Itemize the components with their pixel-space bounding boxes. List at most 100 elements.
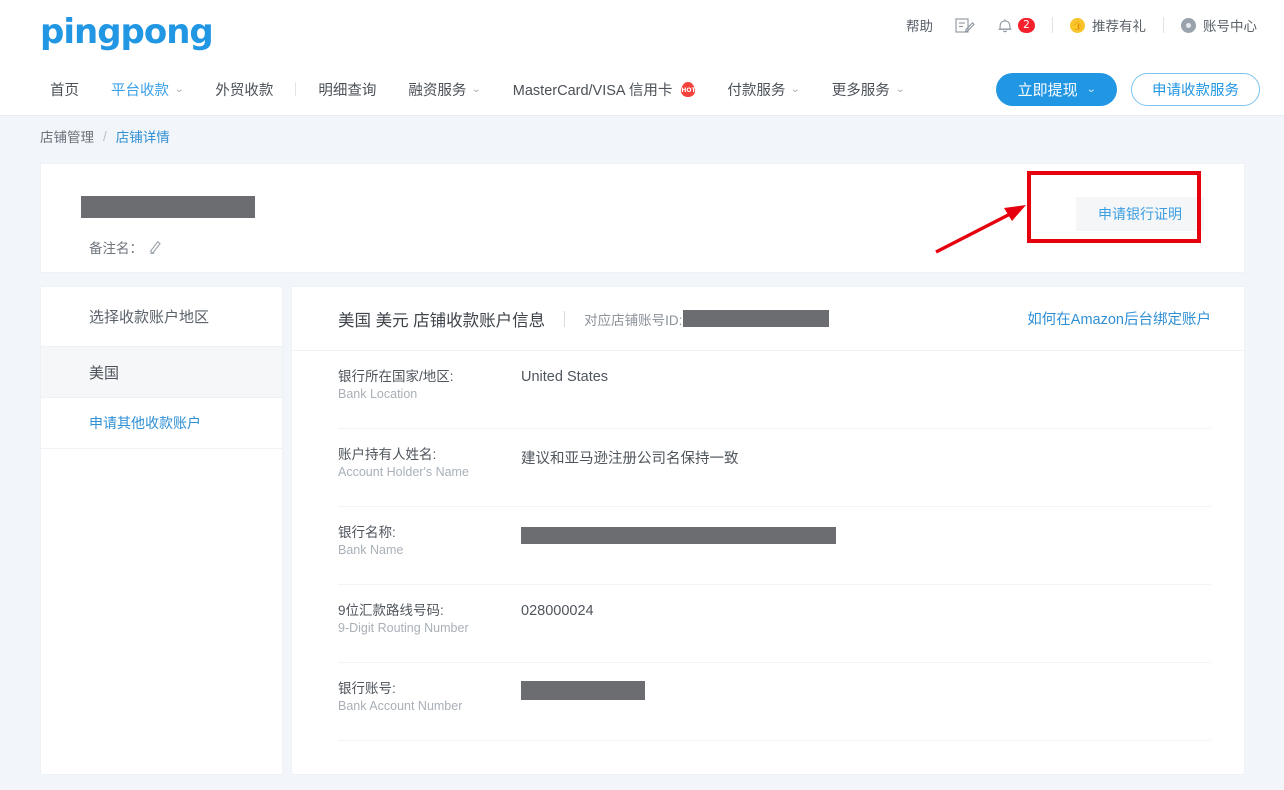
apply-label: 申请收款服务: [1152, 83, 1239, 99]
field-row-account-holder-name: 账户持有人姓名: Account Holder's Name 建议和亚马逊注册公…: [338, 429, 1211, 507]
field-label-en: Bank Name: [338, 543, 404, 557]
hot-flame-badge-icon: HOT: [681, 81, 696, 97]
field-value: United States: [521, 369, 609, 385]
shop-summary-card: 备注名： 申请银行证明: [40, 163, 1245, 273]
shop-name-redacted-bar: [81, 196, 255, 218]
shop-id-group: 对应店铺账号ID:: [584, 309, 830, 329]
help-link[interactable]: 帮助: [895, 14, 944, 36]
chevron-down-icon: ⌄: [173, 83, 185, 95]
amazon-binding-help-link[interactable]: 如何在Amazon后台绑定账户: [1027, 308, 1211, 329]
field-row-bank-name: 银行名称: Bank Name: [338, 507, 1211, 585]
chevron-down-icon: ⌄: [790, 83, 801, 95]
field-label-cn: 银行账号:: [338, 681, 396, 696]
field-value: 建议和亚马逊注册公司名保持一致: [521, 451, 739, 467]
header-divider-1: [1052, 17, 1053, 33]
field-label-cn: 银行所在国家/地区:: [338, 369, 454, 384]
field-value: [521, 680, 645, 700]
nav-label: 更多服务: [831, 82, 890, 99]
hot-badge-text: HOT: [681, 81, 696, 97]
bank-account-redacted-bar: [521, 681, 645, 700]
apply-bank-certificate-button[interactable]: 申请银行证明: [1076, 197, 1204, 231]
nav-item-credit-card[interactable]: MasterCard/VISA 信用卡 HOT: [497, 79, 712, 100]
apply-collection-service-button[interactable]: 申请收款服务: [1131, 73, 1260, 106]
withdraw-now-button[interactable]: 立即提现 ⌄: [995, 73, 1117, 106]
note-label: 备注名：: [89, 241, 143, 256]
breadcrumb-current[interactable]: 店铺详情: [116, 126, 170, 146]
nav-item-transaction-query[interactable]: 明细查询: [302, 79, 392, 100]
account-info-panel: 美国 美元 店铺收款账户信息 对应店铺账号ID: 如何在Amazon后台绑定账户…: [291, 286, 1245, 775]
chevron-down-icon: ⌄: [1085, 84, 1097, 95]
breadcrumb-separator: /: [103, 128, 107, 144]
panel-title: 美国 美元 店铺收款账户信息: [338, 311, 546, 330]
region-selector-panel: 选择收款账户地区 美国 申请其他收款账户: [40, 286, 283, 775]
withdraw-label: 立即提现: [1017, 82, 1078, 99]
nav-item-financing[interactable]: 融资服务 ⌄: [392, 79, 496, 100]
nav-label: 外贸收款: [215, 82, 274, 99]
nav-item-payment-service[interactable]: 付款服务 ⌄: [711, 79, 815, 100]
nav-item-platform-collection[interactable]: 平台收款 ⌄: [95, 79, 199, 100]
field-label-cn: 银行名称:: [338, 525, 396, 540]
nav-item-foreign-trade[interactable]: 外贸收款: [199, 79, 289, 100]
field-label-en: Bank Account Number: [338, 699, 463, 713]
field-label: 银行账号: Bank Account Number: [338, 680, 521, 715]
nav-action-buttons: 立即提现 ⌄ 申请收款服务: [995, 73, 1260, 106]
field-row-bank-location: 银行所在国家/地区: Bank Location United States: [338, 351, 1211, 429]
nav-item-list: 首页 平台收款 ⌄ 外贸收款 明细查询 融资服务 ⌄ MasterCard/VI…: [34, 62, 920, 116]
bank-name-redacted-bar: [521, 527, 836, 544]
account-field-list: 银行所在国家/地区: Bank Location United States 账…: [292, 351, 1244, 741]
pencil-edit-icon[interactable]: [149, 240, 162, 254]
nav-label: 付款服务: [727, 82, 786, 99]
note-edit-icon: [955, 17, 975, 34]
nav-label: 首页: [50, 82, 79, 99]
field-value: 028000024: [521, 603, 594, 619]
field-row-routing-number: 9位汇款路线号码: 9-Digit Routing Number 0280000…: [338, 585, 1211, 663]
shop-id-label: 对应店铺账号ID:: [584, 312, 683, 328]
field-row-bank-account-number: 银行账号: Bank Account Number: [338, 663, 1211, 741]
breadcrumb-parent[interactable]: 店铺管理: [40, 126, 94, 146]
nav-label: MasterCard/VISA 信用卡: [512, 82, 673, 99]
account-center-label: 账号中心: [1203, 19, 1257, 34]
field-label-cn: 9位汇款路线号码:: [338, 603, 444, 618]
bell-icon: [997, 17, 1013, 34]
chevron-down-icon: ⌄: [894, 83, 906, 95]
field-label: 9位汇款路线号码: 9-Digit Routing Number: [338, 602, 521, 637]
certificate-label: 申请银行证明: [1098, 206, 1182, 222]
header-divider-2: [1163, 17, 1164, 33]
field-label-en: Account Holder's Name: [338, 465, 469, 479]
field-label: 银行所在国家/地区: Bank Location: [338, 368, 521, 403]
region-selector-heading: 选择收款账户地区: [41, 287, 282, 347]
sidebar-item-united-states[interactable]: 美国: [41, 347, 282, 398]
sidebar-item-label: 申请其他收款账户: [89, 415, 201, 431]
nav-item-more-services[interactable]: 更多服务 ⌄: [816, 79, 920, 100]
sidebar-item-apply-other-account[interactable]: 申请其他收款账户: [41, 398, 282, 449]
nav-label: 明细查询: [318, 82, 377, 99]
thumbs-up-icon: 👍: [1070, 17, 1085, 33]
main-navigation-bar: 首页 平台收款 ⌄ 外贸收款 明细查询 融资服务 ⌄ MasterCard/VI…: [0, 62, 1284, 116]
nav-divider: [295, 82, 297, 96]
notifications-button[interactable]: 2: [986, 14, 1046, 36]
header-vertical-divider: [564, 310, 566, 327]
breadcrumb: 店铺管理 / 店铺详情: [0, 116, 1284, 156]
pingpong-logo[interactable]: pingpong: [40, 12, 214, 52]
field-label: 银行名称: Bank Name: [338, 524, 521, 559]
top-header-bar: pingpong 帮助 2 👍 推荐有礼 账号中心: [0, 0, 1284, 62]
nav-label: 融资服务: [408, 82, 467, 99]
feedback-button[interactable]: [944, 14, 986, 36]
account-info-header: 美国 美元 店铺收款账户信息 对应店铺账号ID: 如何在Amazon后台绑定账户: [292, 287, 1244, 351]
help-label: 帮助: [906, 19, 933, 34]
notification-count-badge: 2: [1018, 17, 1035, 33]
nav-item-home[interactable]: 首页: [34, 79, 95, 100]
field-label: 账户持有人姓名: Account Holder's Name: [338, 446, 521, 481]
user-circle-icon: [1181, 17, 1196, 33]
header-utility-group: 帮助 2 👍 推荐有礼 账号中心: [895, 14, 1268, 36]
referral-link[interactable]: 👍 推荐有礼: [1059, 14, 1157, 36]
account-center-link[interactable]: 账号中心: [1170, 14, 1268, 36]
field-label-en: Bank Location: [338, 387, 418, 401]
nav-label: 平台收款: [111, 82, 169, 99]
shop-id-redacted-bar: [683, 310, 830, 327]
referral-label: 推荐有礼: [1092, 19, 1146, 34]
sidebar-item-label: 美国: [89, 364, 120, 382]
field-label-en: 9-Digit Routing Number: [338, 621, 469, 635]
field-label-cn: 账户持有人姓名:: [338, 447, 437, 462]
field-value: [521, 524, 836, 544]
